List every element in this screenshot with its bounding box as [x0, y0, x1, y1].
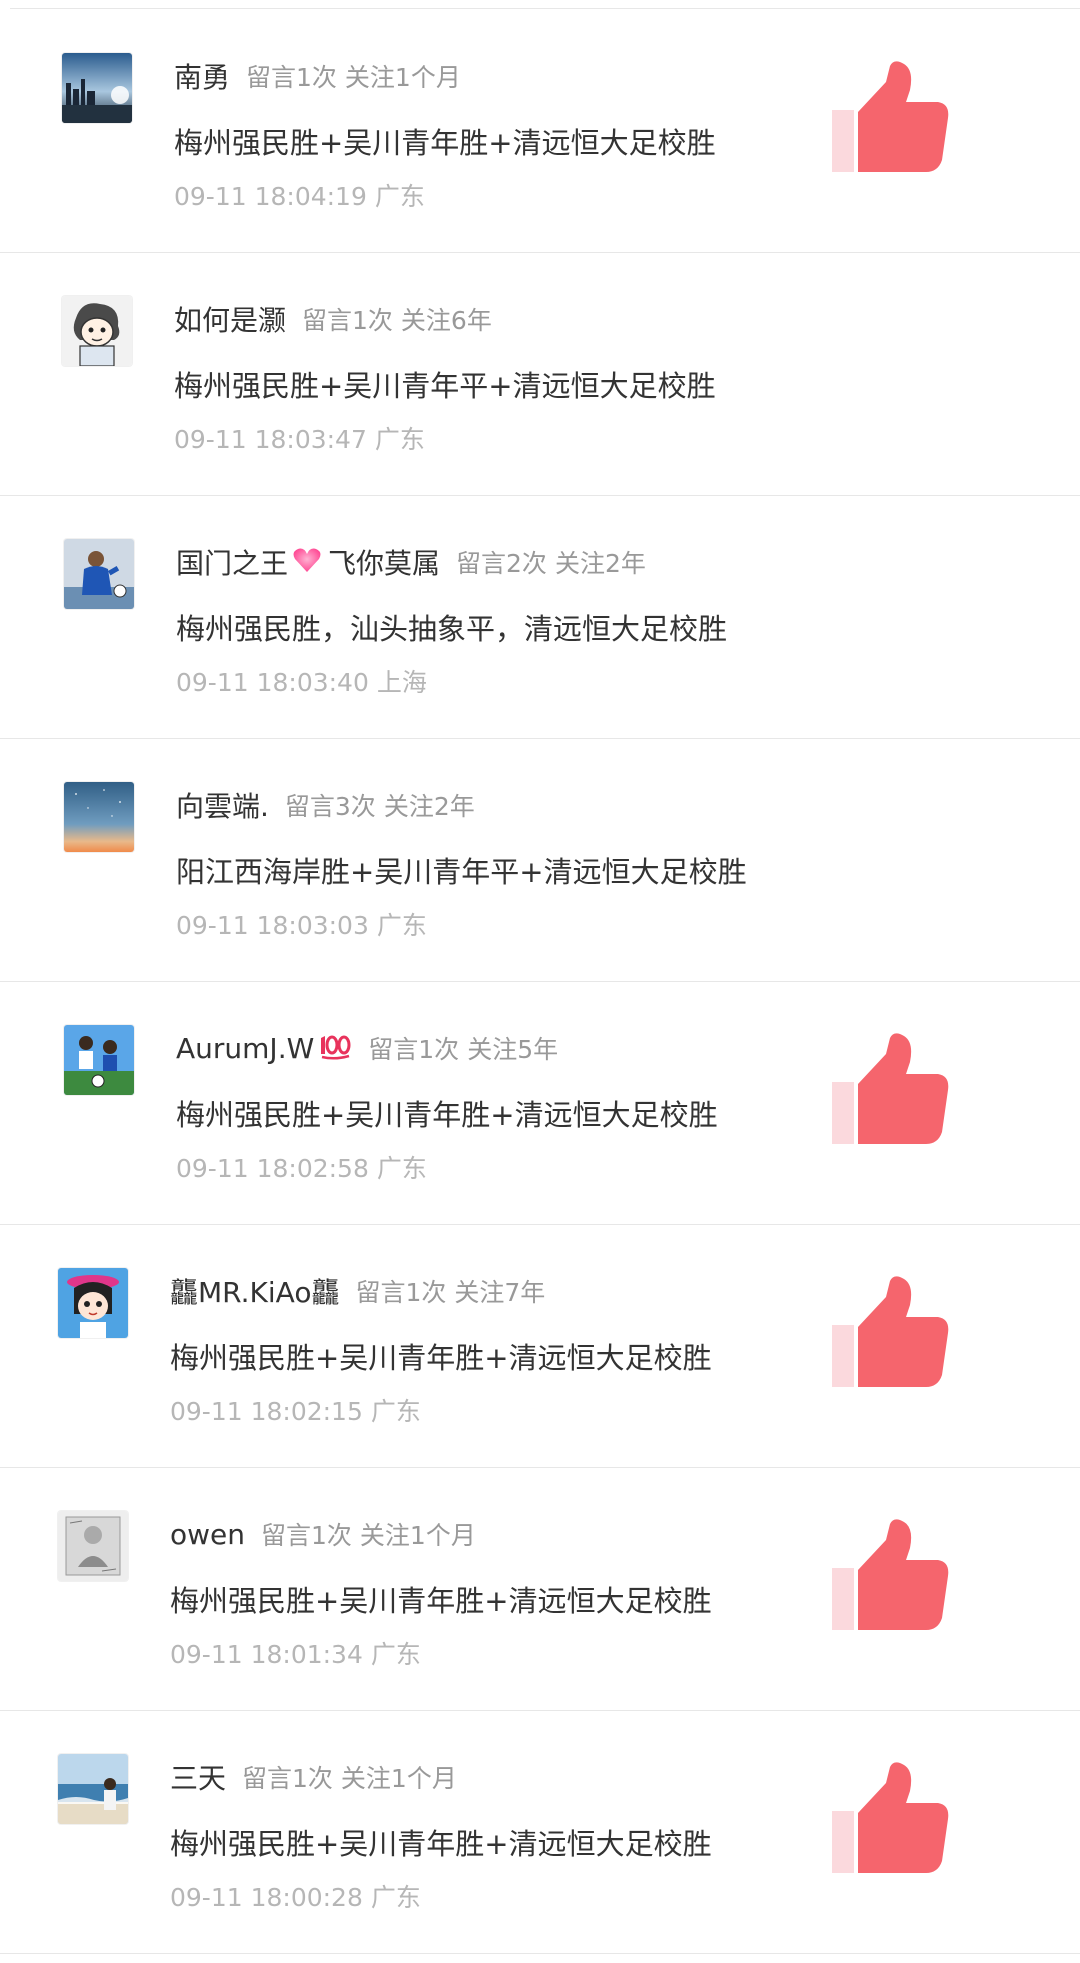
visit-count: 留言1次 [242, 1764, 333, 1793]
nickname-suffix[interactable]: 飞你莫属 [328, 542, 440, 582]
timestamp: 09-11 18:02:15 [170, 1397, 363, 1426]
comment-meta: 09-11 18:01:34 广东 [170, 1635, 421, 1671]
soccer-cartoon-avatar-icon[interactable] [64, 1025, 134, 1095]
timestamp: 09-11 18:03:03 [176, 911, 369, 940]
comment-text: 阳江西海岸胜+吴川青年平+清远恒大足校胜 [176, 855, 747, 889]
name-row: 三天 留言1次 关注1个月 [170, 1757, 457, 1797]
follow-duration: 关注1个月 [340, 1764, 457, 1793]
user-stats: 留言1次 关注1个月 [242, 1759, 457, 1795]
like-thumbs-up-icon[interactable] [832, 1032, 950, 1152]
name-row: 向雲端. 留言3次 关注2年 [176, 785, 475, 825]
location: 广东 [370, 1640, 421, 1669]
goalkeeper-photo-avatar-icon[interactable] [64, 539, 134, 609]
cartoon-character-avatar-icon[interactable] [62, 296, 132, 366]
user-stats: 留言1次 关注6年 [302, 301, 492, 337]
user-stats: 留言1次 关注5年 [368, 1030, 558, 1066]
hundred-points-icon [318, 1032, 352, 1064]
comment-meta: 09-11 18:03:47 广东 [174, 420, 425, 456]
timestamp: 09-11 18:03:47 [174, 425, 367, 454]
like-thumbs-up-icon[interactable] [832, 1275, 950, 1395]
name-row: owen 留言1次 关注1个月 [170, 1514, 476, 1554]
comment-item: 如何是灏 留言1次 关注6年 梅州强民胜+吴川青年平+清远恒大足校胜 09-11 … [0, 253, 1080, 496]
anime-girl-avatar-icon[interactable] [58, 1268, 128, 1338]
visit-count: 留言1次 [261, 1521, 352, 1550]
comment-meta: 09-11 18:03:03 广东 [176, 906, 427, 942]
starry-sky-avatar-icon[interactable] [64, 782, 134, 852]
comment-meta: 09-11 18:00:28 广东 [170, 1878, 421, 1914]
location: 广东 [376, 911, 427, 940]
nickname[interactable]: 三天 [170, 1757, 226, 1797]
comment-meta: 09-11 18:02:58 广东 [176, 1149, 427, 1185]
comment-list: 南勇 留言1次 关注1个月 梅州强民胜+吴川青年胜+清远恒大足校胜 09-11 1… [0, 10, 1080, 1954]
location: 广东 [370, 1397, 421, 1426]
nickname[interactable]: 国门之王 [176, 542, 288, 582]
comment-meta: 09-11 18:04:19 广东 [174, 177, 425, 213]
beach-photo-avatar-icon[interactable] [58, 1754, 128, 1824]
user-stats: 留言1次 关注1个月 [246, 58, 461, 94]
comment-item: 龘MR.KiAo龘 留言1次 关注7年 梅州强民胜+吴川青年胜+清远恒大足校胜 0… [0, 1225, 1080, 1468]
name-row: AurumJ.W 留言1次 关注5年 [176, 1028, 558, 1068]
comment-item: 向雲端. 留言3次 关注2年 阳江西海岸胜+吴川青年平+清远恒大足校胜 09-11… [0, 739, 1080, 982]
comment-meta: 09-11 18:02:15 广东 [170, 1392, 421, 1428]
timestamp: 09-11 18:03:40 [176, 668, 369, 697]
location: 上海 [376, 668, 427, 697]
user-stats: 留言3次 关注2年 [285, 787, 475, 823]
timestamp: 09-11 18:01:34 [170, 1640, 363, 1669]
city-skyline-avatar-icon[interactable] [62, 53, 132, 123]
nickname[interactable]: 如何是灏 [174, 299, 286, 339]
follow-duration: 关注2年 [383, 792, 475, 821]
name-row: 国门之王 飞你莫属 留言2次 关注2年 [176, 542, 646, 582]
comment-text: 梅州强民胜+吴川青年胜+清远恒大足校胜 [176, 1098, 718, 1132]
comment-meta: 09-11 18:03:40 上海 [176, 663, 427, 699]
comment-item: 国门之王 飞你莫属 留言2次 关注2年 梅州强民胜，汕头抽象平，清远恒大足校胜 0… [0, 496, 1080, 739]
timestamp: 09-11 18:02:58 [176, 1154, 369, 1183]
nickname[interactable]: 南勇 [174, 56, 230, 96]
comment-text: 梅州强民胜+吴川青年平+清远恒大足校胜 [174, 369, 716, 403]
like-thumbs-up-icon[interactable] [832, 1761, 950, 1881]
name-row: 龘MR.KiAo龘 留言1次 关注7年 [170, 1271, 545, 1311]
pink-heart-icon [292, 546, 322, 578]
follow-duration: 关注1个月 [344, 63, 461, 92]
follow-duration: 关注7年 [454, 1278, 546, 1307]
comment-text: 梅州强民胜+吴川青年胜+清远恒大足校胜 [170, 1584, 712, 1618]
comment-text: 梅州强民胜+吴川青年胜+清远恒大足校胜 [174, 126, 716, 160]
comment-text: 梅州强民胜+吴川青年胜+清远恒大足校胜 [170, 1341, 712, 1375]
location: 广东 [370, 1883, 421, 1912]
like-thumbs-up-icon[interactable] [832, 1518, 950, 1638]
visit-count: 留言1次 [355, 1278, 447, 1307]
top-divider [10, 8, 1080, 9]
user-stats: 留言2次 关注2年 [456, 544, 646, 580]
follow-duration: 关注1个月 [359, 1521, 476, 1550]
visit-count: 留言3次 [284, 792, 376, 821]
name-row: 南勇 留言1次 关注1个月 [174, 56, 461, 96]
user-stats: 留言1次 关注1个月 [261, 1516, 476, 1552]
comment-item: owen 留言1次 关注1个月 梅州强民胜+吴川青年胜+清远恒大足校胜 09-11… [0, 1468, 1080, 1711]
follow-duration: 关注6年 [400, 306, 492, 335]
timestamp: 09-11 18:04:19 [174, 182, 367, 211]
nickname[interactable]: AurumJ.W [176, 1032, 314, 1065]
nickname[interactable]: 龘MR.KiAo龘 [170, 1271, 339, 1311]
visit-count: 留言1次 [368, 1035, 460, 1064]
sketch-portrait-avatar-icon[interactable] [58, 1511, 128, 1581]
location: 广东 [374, 182, 425, 211]
comment-text: 梅州强民胜，汕头抽象平，清远恒大足校胜 [176, 612, 728, 646]
timestamp: 09-11 18:00:28 [170, 1883, 363, 1912]
nickname[interactable]: owen [170, 1518, 245, 1551]
comment-item: 三天 留言1次 关注1个月 梅州强民胜+吴川青年胜+清远恒大足校胜 09-11 1… [0, 1711, 1080, 1954]
nickname[interactable]: 向雲端. [176, 785, 269, 825]
location: 广东 [376, 1154, 427, 1183]
visit-count: 留言1次 [246, 63, 337, 92]
location: 广东 [374, 425, 425, 454]
comment-item: AurumJ.W 留言1次 关注5年 梅州强民胜+吴川青年胜+清远恒大足校胜 09… [0, 982, 1080, 1225]
follow-duration: 关注2年 [554, 549, 646, 578]
like-thumbs-up-icon[interactable] [832, 60, 950, 180]
follow-duration: 关注5年 [467, 1035, 559, 1064]
comment-text: 梅州强民胜+吴川青年胜+清远恒大足校胜 [170, 1827, 712, 1861]
name-row: 如何是灏 留言1次 关注6年 [174, 299, 492, 339]
user-stats: 留言1次 关注7年 [355, 1273, 545, 1309]
visit-count: 留言1次 [302, 306, 393, 335]
visit-count: 留言2次 [456, 549, 547, 578]
comment-item: 南勇 留言1次 关注1个月 梅州强民胜+吴川青年胜+清远恒大足校胜 09-11 1… [0, 10, 1080, 253]
